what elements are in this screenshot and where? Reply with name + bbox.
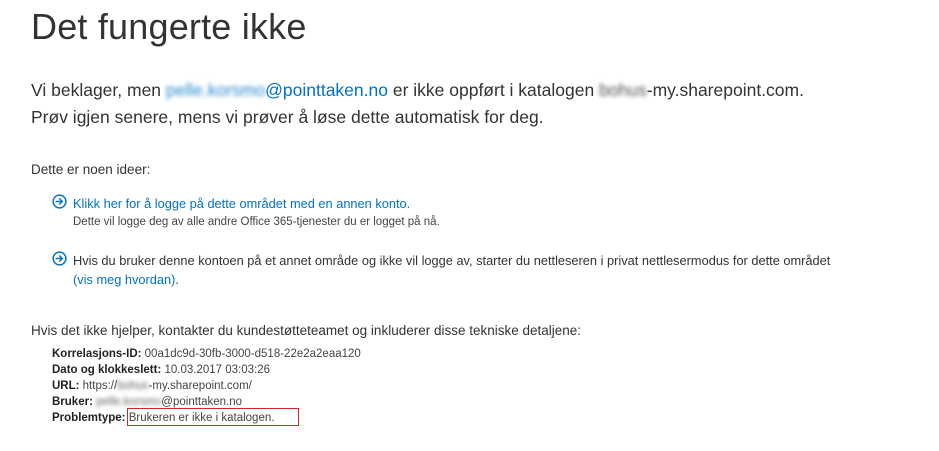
correlation-id-label: Korrelasjons-ID:: [52, 348, 142, 360]
message-text-start: Vi beklager, men: [31, 80, 166, 100]
blurred-username: pelle.korsmo: [165, 80, 266, 100]
url-suffix: -my.sharepoint.com/: [148, 380, 252, 392]
ideas-heading: Dette er noen ideer:: [31, 162, 151, 177]
idea-item-switch-account: Klikk her for å logge på dette området m…: [52, 194, 440, 232]
page-title: Det fungerte ikke: [31, 6, 307, 47]
correlation-id-value: 00a1dc9d-30fb-3000-d518-22e2a2eaa120: [141, 348, 361, 360]
user-domain: @pointtaken.no: [265, 80, 388, 100]
problem-type-label: Problemtype:: [52, 412, 126, 424]
error-message-line-1: Vi beklager, men pelle.korsmo@pointtaken…: [31, 77, 804, 104]
technical-details: Korrelasjons-ID: 00a1dc9d-30fb-3000-d518…: [52, 346, 361, 426]
blurred-url-site: bohus: [117, 380, 149, 392]
highlight-box: [127, 408, 299, 426]
error-message-line-2: Prøv igjen senere, mens vi prøver å løse…: [31, 107, 544, 127]
user-domain-value: @pointtaken.no: [161, 396, 243, 408]
arrow-circle-right-icon: [52, 251, 67, 266]
idea-item-private-browsing: Hvis du bruker denne kontoen på et annet…: [52, 251, 912, 289]
url-label: URL:: [52, 380, 80, 392]
private-browsing-suffix: .: [175, 272, 179, 287]
private-browsing-text: Hvis du bruker denne kontoen på et annet…: [73, 253, 831, 268]
sign-in-other-account-link[interactable]: Klikk her for å logge på dette området m…: [73, 196, 410, 211]
date-time-label: Dato og klokkeslett:: [52, 364, 162, 376]
detail-row-correlation: Korrelasjons-ID: 00a1dc9d-30fb-3000-d518…: [52, 346, 361, 362]
sign-out-note: Dette vil logge deg av alle andre Office…: [73, 216, 440, 228]
show-me-how-link[interactable]: (vis meg hvordan): [73, 272, 175, 287]
message-text-middle: er ikke oppført i katalogen: [387, 80, 600, 100]
support-heading: Hvis det ikke hjelper, kontakter du kund…: [31, 323, 582, 338]
detail-row-url: URL: https://bohus-my.sharepoint.com/: [52, 378, 361, 394]
arrow-circle-right-icon: [52, 194, 67, 209]
blurred-user-name: pelle.korsmo: [92, 396, 162, 408]
site-domain: -my.sharepoint.com.: [646, 80, 804, 100]
user-label: Bruker:: [52, 396, 93, 408]
detail-row-problem: Problemtype: Brukeren er ikke i kataloge…: [52, 408, 361, 426]
url-prefix: https://: [79, 380, 118, 392]
detail-row-date: Dato og klokkeslett: 10.03.2017 03:03:26: [52, 362, 361, 378]
blurred-site-name: bohus: [599, 80, 647, 100]
date-time-value: 10.03.2017 03:03:26: [161, 364, 270, 376]
error-message: Vi beklager, men pelle.korsmo@pointtaken…: [31, 77, 804, 131]
